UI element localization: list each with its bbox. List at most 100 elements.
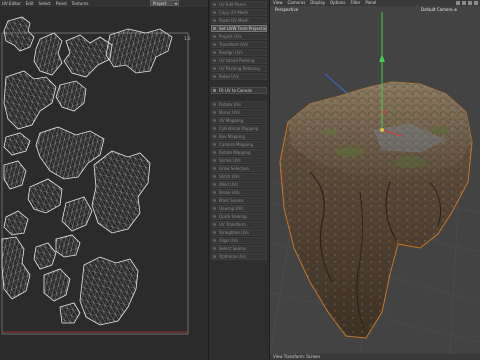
uv-island[interactable] (55, 234, 81, 258)
tool-button[interactable]: Unwrap UVs (211, 205, 267, 212)
tool-button[interactable]: Grow Selection (211, 165, 267, 172)
tool-button[interactable]: Paste UV Mesh (211, 17, 267, 24)
uv-islands (1, 16, 173, 326)
tool-icon (213, 151, 216, 154)
tool-row: Stitch UVs (209, 172, 271, 180)
tool-button[interactable]: Rotate UVs (211, 101, 267, 108)
tool-row: Break UVs (209, 188, 271, 196)
uv-island[interactable] (27, 178, 63, 214)
viewport-menu-item[interactable]: Cameras (288, 0, 306, 6)
tool-row: Grow Selection (209, 164, 271, 172)
tool-button[interactable]: Optimize UVs (211, 253, 267, 260)
uv-island[interactable] (91, 150, 151, 234)
tool-button[interactable]: UV Mapping (211, 117, 267, 124)
uv-menu-item[interactable]: UV Editor (2, 0, 21, 7)
tool-button[interactable]: Realign UVs (211, 49, 267, 56)
tool-button[interactable]: Weld UVs (211, 181, 267, 188)
zoom-view-icon[interactable] (468, 1, 472, 5)
gizmo-center-icon[interactable] (380, 128, 384, 132)
tool-button[interactable]: UV Packing Relaxing (211, 65, 267, 72)
tool-row: Transform UVs (209, 40, 271, 48)
tool-button[interactable]: Straighten UVs (211, 229, 267, 236)
viewport-menu-item[interactable]: Options (330, 0, 345, 6)
3d-viewport[interactable]: View Cameras Display Options Filter Pane… (270, 0, 480, 360)
uv-island[interactable] (105, 28, 173, 74)
viewport-menu-item[interactable]: Panel (365, 0, 376, 6)
viewport-scene[interactable] (270, 12, 480, 354)
tool-row: Straighten UVs (209, 228, 271, 236)
uv-island[interactable] (33, 242, 57, 270)
tool-button[interactable]: Cylindrical Mapping (211, 125, 267, 132)
tool-button[interactable]: Box Mapping (211, 133, 267, 140)
tool-button[interactable]: Mark Seams (211, 197, 267, 204)
tool-row: Relax UVs (209, 72, 271, 80)
tool-button[interactable]: Align UVs (211, 237, 267, 244)
tool-button[interactable]: Rotate Mapping (211, 149, 267, 156)
tool-icon (213, 191, 216, 194)
viewport-menu-item[interactable]: Display (310, 0, 325, 6)
uv-island[interactable] (59, 302, 81, 324)
viewport-status-text: View Transform: Screen (273, 354, 321, 359)
move-view-icon[interactable] (456, 1, 460, 5)
y-axis-arrow-icon[interactable] (379, 54, 385, 62)
tool-button[interactable]: Quick Unwrap (211, 213, 267, 220)
tool-icon (213, 183, 216, 186)
tool-button[interactable]: UV Island Packing (211, 57, 267, 64)
tool-button[interactable]: UV Transform (211, 221, 267, 228)
uv-canvas[interactable]: 1.0 (0, 7, 208, 360)
viewport-menu-item[interactable]: Filter (350, 0, 360, 6)
uv-menu-item[interactable]: Panel (56, 0, 67, 7)
uv-island[interactable] (3, 132, 31, 156)
uv-island[interactable] (55, 80, 87, 112)
tool-row: UV Edit Panel (209, 0, 271, 8)
tool-icon (213, 27, 216, 30)
tool-button[interactable]: Relax UVs (211, 73, 267, 80)
tool-button[interactable]: Copy UV Mesh (211, 9, 267, 16)
tool-button[interactable]: Camera Mapping (211, 141, 267, 148)
tool-button[interactable]: Select Seams (211, 245, 267, 252)
tool-button[interactable]: Shrink UVs (211, 157, 267, 164)
tool-row: Project UVs (209, 32, 274, 40)
uv-island[interactable] (43, 268, 71, 302)
uv-island[interactable] (1, 236, 31, 300)
tool-button[interactable]: Break UVs (211, 189, 267, 196)
tool-button[interactable]: Set UVW From Projection (211, 25, 267, 32)
uv-island[interactable] (3, 70, 57, 130)
uv-island[interactable] (33, 32, 63, 76)
tool-row: Paste UV Mesh (209, 16, 271, 24)
uv-editor-panel: UV Editor Edit Select Panel Textures Pro… (0, 0, 208, 360)
tool-button[interactable]: Mirror UVs (211, 109, 267, 116)
tool-icon (213, 3, 216, 6)
viewport-menu-item[interactable]: View (273, 0, 283, 6)
tool-button[interactable]: Project UVs (211, 33, 267, 40)
tool-row: Realign UVs (209, 48, 271, 56)
tool-icon (213, 67, 216, 70)
tool-button[interactable]: UV Edit Panel (211, 1, 267, 8)
uv-mode-dropdown[interactable]: Project ▾ (150, 0, 179, 6)
tool-icon (213, 223, 216, 226)
uv-island[interactable] (3, 210, 29, 236)
uv-menu-item[interactable]: Edit (26, 0, 34, 7)
uv-island[interactable] (79, 256, 139, 326)
uv-tool-list: UV Edit Panel Copy UV Mesh Paste UV Mesh Se… (209, 0, 274, 260)
tool-icon (213, 175, 216, 178)
uv-menu-item[interactable]: Select (39, 0, 51, 7)
tool-icon (213, 43, 216, 46)
tool-button[interactable]: Transform UVs (211, 41, 267, 48)
maximize-icon[interactable] (474, 1, 478, 5)
uv-island[interactable] (3, 16, 35, 52)
tool-row: Camera Mapping (209, 140, 271, 148)
tool-icon (213, 11, 216, 14)
uv-mode-dropdown-label: Project (153, 1, 167, 6)
tool-button[interactable]: Stitch UVs (211, 173, 267, 180)
uv-island[interactable] (63, 34, 113, 78)
uv-island[interactable] (61, 196, 93, 232)
rock-mesh[interactable] (279, 81, 473, 339)
uv-island[interactable] (35, 126, 105, 180)
uv-island[interactable] (3, 160, 27, 190)
uv-menu-item[interactable]: Textures (72, 0, 89, 7)
tool-icon (213, 103, 216, 106)
tool-button[interactable]: Fit UV to Canvas (211, 87, 267, 94)
uv-tools-panel: UV Edit Panel Copy UV Mesh Paste UV Mesh Se… (208, 0, 274, 360)
rotate-view-icon[interactable] (462, 1, 466, 5)
